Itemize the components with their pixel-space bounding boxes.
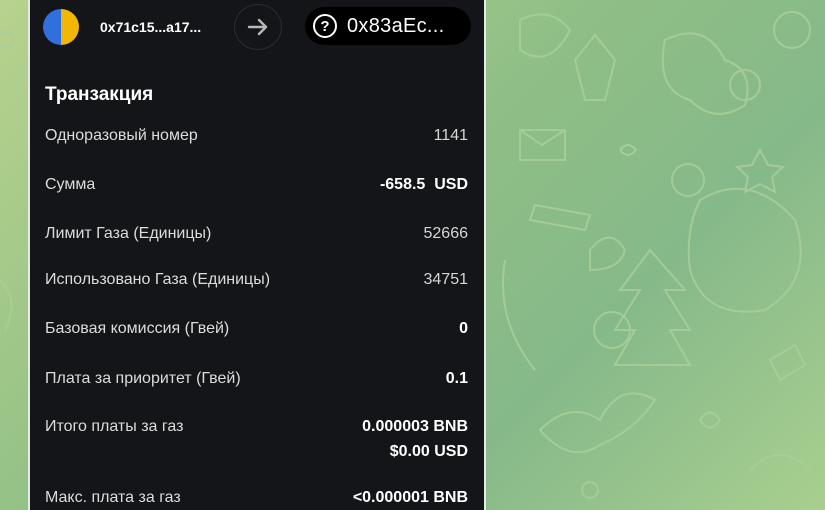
row-label: Одноразовый номер (45, 127, 198, 144)
row-total-gas-fee: Итого платы за газ 0.000003 BNB $0.00 US… (45, 418, 468, 468)
row-value-usd: $0.00 USD (389, 443, 468, 460)
row-value: -658.5 USD (380, 176, 468, 194)
transaction-header: 0x71c15...a17... ? 0x83aEc... (30, 0, 484, 56)
account-avatar-icon[interactable] (43, 9, 79, 45)
question-circle-icon: ? (313, 14, 337, 38)
row-value: 0.1 (445, 370, 468, 387)
row-label: Базовая комиссия (Гвей) (45, 320, 230, 337)
section-title: Транзакция (45, 84, 154, 105)
to-address-pill[interactable]: ? 0x83aEc... (305, 7, 471, 45)
to-address: 0x83aEc... (347, 14, 445, 37)
row-label: Сумма (45, 176, 96, 193)
row-label: Итого платы за газ (45, 418, 184, 435)
row-label: Использовано Газа (Единицы) (45, 271, 271, 288)
row-label: Макс. плата за газ (45, 489, 181, 506)
amount-unit: USD (434, 176, 468, 193)
transaction-panel: 0x71c15...a17... ? 0x83aEc... Транзакция… (28, 0, 486, 510)
row-value: 0.000003 BNB (362, 418, 468, 435)
from-address[interactable]: 0x71c15...a17... (100, 19, 201, 35)
amount-value: -658.5 (379, 176, 426, 193)
row-label: Лимит Газа (Единицы) (45, 225, 212, 242)
arrow-right-glyph (247, 18, 268, 36)
row-value: 1141 (433, 127, 468, 144)
arrow-right-icon (234, 4, 282, 50)
row-value: 0 (459, 320, 468, 337)
row-value: 52666 (423, 225, 469, 242)
row-label: Плата за приоритет (Гвей) (45, 370, 241, 387)
row-value: 34751 (423, 271, 469, 288)
row-value: <0.000001 BNB (352, 489, 468, 506)
